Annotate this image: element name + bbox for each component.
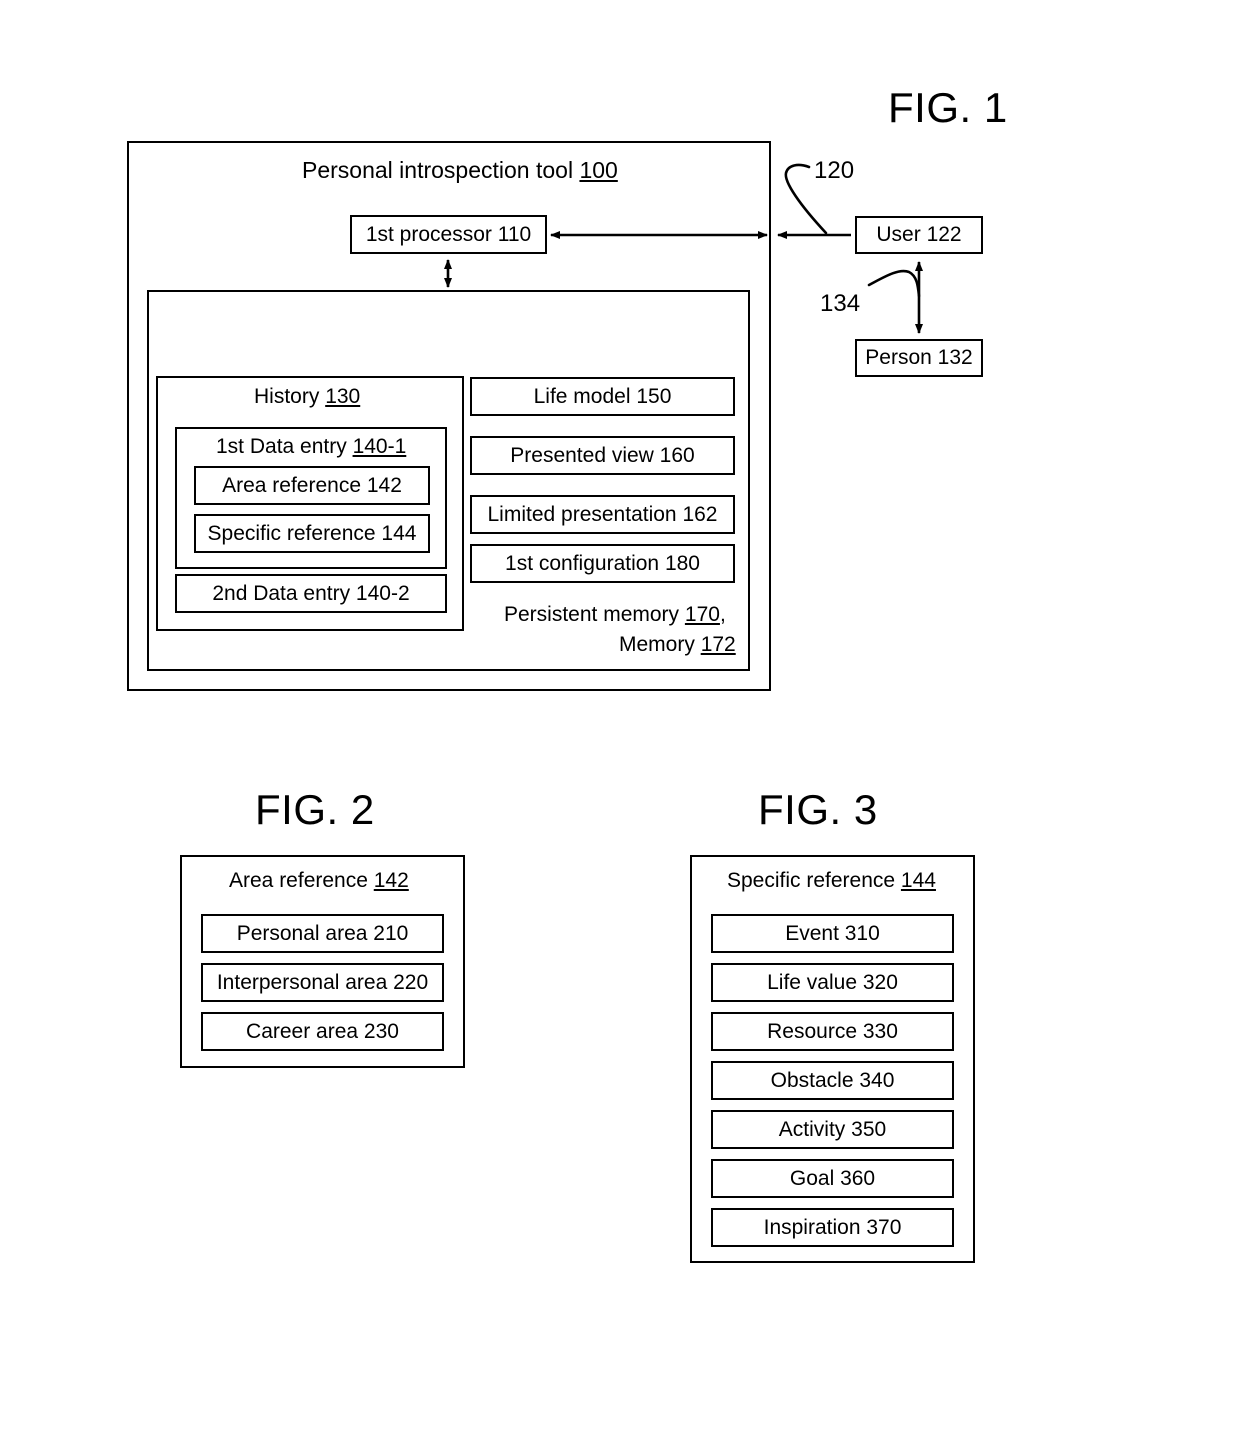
fig1-label-first-data-entry: 1st Data entry 140-1 — [216, 436, 406, 457]
fig1-label-life-model: Life model 150 — [533, 384, 672, 408]
fig3-label-activity: Activity 350 — [778, 1117, 887, 1141]
fig1-label-first-configuration: 1st configuration 180 — [505, 551, 700, 575]
fig3-label-event: Event 310 — [785, 921, 880, 945]
leader-line-134 — [867, 269, 921, 298]
fig1-label-presented-view: Presented view 160 — [510, 443, 695, 467]
fig1-label-limited-presentation: Limited presentation 162 — [487, 502, 718, 526]
fig1-label-specific-reference: Specific reference 144 — [207, 521, 417, 545]
fig1-label-memory-num: 172 — [700, 633, 736, 656]
fig2-header-label: Area reference 142 — [229, 870, 409, 891]
fig1-label-memory: Memory 172 — [619, 634, 736, 655]
fig1-label-history-num: 130 — [325, 385, 361, 408]
fig3-header-label: Specific reference 144 — [727, 870, 936, 891]
fig1-label-memory-text: Memory — [619, 633, 701, 656]
fig3-label-life-value: Life value 320 — [767, 970, 898, 994]
fig2-title: FIG. 2 — [255, 786, 375, 833]
fig1-label-person: Person 132 — [865, 346, 973, 369]
fig1-label-persistent-memory: Persistent memory 170, — [504, 604, 726, 625]
fig3-label-goal: Goal 360 — [789, 1166, 876, 1190]
fig1-outer-box-title: Personal introspection tool 100 — [302, 159, 618, 182]
fig1-label-history: History 130 — [254, 386, 360, 407]
fig2-header-num: 142 — [373, 869, 409, 892]
fig1-label-persistent-memory-comma: , — [719, 603, 726, 626]
fig1-label-first-processor: 1st processor 110 — [365, 222, 532, 246]
fig1-title: FIG. 1 — [888, 84, 1008, 131]
fig2-header-text: Area reference — [229, 869, 374, 892]
fig2-label-interpersonal-area: Interpersonal area 220 — [216, 970, 429, 994]
fig2-label-personal-area: Personal area 210 — [236, 921, 409, 945]
fig1-label-first-data-entry-text: 1st Data entry — [216, 435, 353, 458]
fig1-label-history-text: History — [254, 385, 326, 408]
fig3-header-text: Specific reference — [727, 869, 901, 892]
fig3-header-num: 144 — [900, 869, 936, 892]
fig1-outer-box-title-num: 100 — [579, 157, 618, 183]
fig3-title: FIG. 3 — [758, 786, 878, 833]
fig3-label-inspiration: Inspiration 370 — [763, 1215, 902, 1239]
fig1-label-persistent-memory-text: Persistent memory — [504, 603, 685, 626]
fig1-label-second-data-entry: 2nd Data entry 140-2 — [212, 581, 410, 605]
fig1-outer-box-title-text: Personal introspection tool — [302, 157, 580, 183]
fig1-leader-number-120: 120 — [814, 157, 855, 184]
fig1-leader-number-134: 134 — [820, 290, 861, 317]
fig3-label-resource: Resource 330 — [767, 1019, 898, 1043]
patent-figure-sheet: FIG. 1 Personal introspection tool 100 1… — [0, 0, 1240, 1443]
fig1-label-area-reference: Area reference 142 — [222, 473, 402, 497]
fig1-label-first-data-entry-num: 140-1 — [352, 435, 407, 458]
fig1-label-user: User 122 — [876, 223, 962, 246]
fig3-label-obstacle: Obstacle 340 — [770, 1068, 895, 1092]
fig2-label-career-area: Career area 230 — [246, 1019, 399, 1043]
fig1-label-persistent-memory-num: 170 — [684, 603, 720, 626]
